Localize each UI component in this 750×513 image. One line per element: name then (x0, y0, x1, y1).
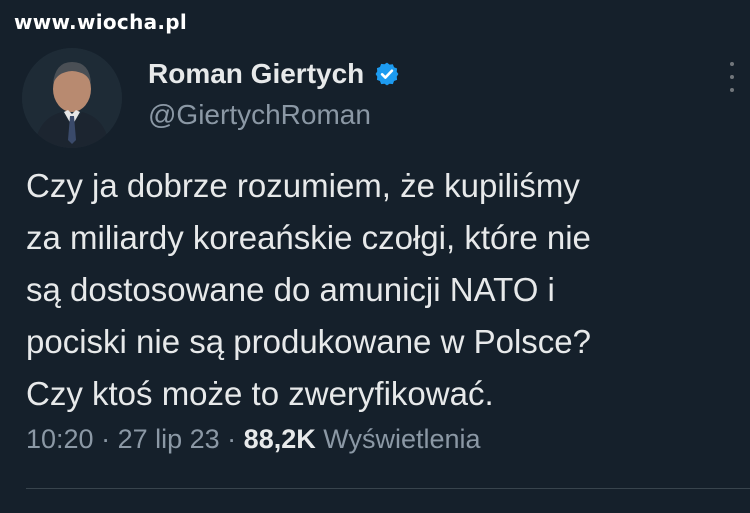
more-dot (730, 88, 734, 92)
author-display-name[interactable]: Roman Giertych (148, 58, 364, 90)
tweet-line: Czy ja dobrze rozumiem, że kupiliśmy (26, 167, 580, 204)
tweet-line: są dostosowane do amunicji NATO i (26, 271, 555, 308)
views-label: Wyświetlenia (323, 424, 481, 454)
avatar-photo (22, 48, 122, 148)
tweet-metadata: 10:20 · 27 lip 23 · 88,2K Wyświetlenia (26, 424, 481, 455)
avatar[interactable] (22, 48, 122, 148)
meta-separator: · (219, 424, 244, 454)
more-dot (730, 62, 734, 66)
site-watermark: www.wiocha.pl (14, 10, 188, 34)
views-count: 88,2K (243, 424, 316, 454)
tweet-line: za miliardy koreańskie czołgi, które nie (26, 219, 591, 256)
author-name-row[interactable]: Roman Giertych (148, 58, 400, 90)
author-handle[interactable]: @GiertychRoman (148, 99, 371, 131)
more-options-icon[interactable] (728, 62, 736, 92)
divider (26, 488, 750, 489)
tweet-time[interactable]: 10:20 (26, 424, 94, 454)
meta-separator: · (93, 424, 118, 454)
tweet-date[interactable]: 27 lip 23 (118, 424, 220, 454)
tweet-text: Czy ja dobrze rozumiem, że kupiliśmy za … (26, 160, 736, 420)
more-dot (730, 75, 734, 79)
tweet-line: Czy ktoś może to zweryfikować. (26, 375, 494, 412)
tweet-line: pociski nie są produkowane w Polsce? (26, 323, 591, 360)
verified-badge-icon (375, 62, 399, 86)
